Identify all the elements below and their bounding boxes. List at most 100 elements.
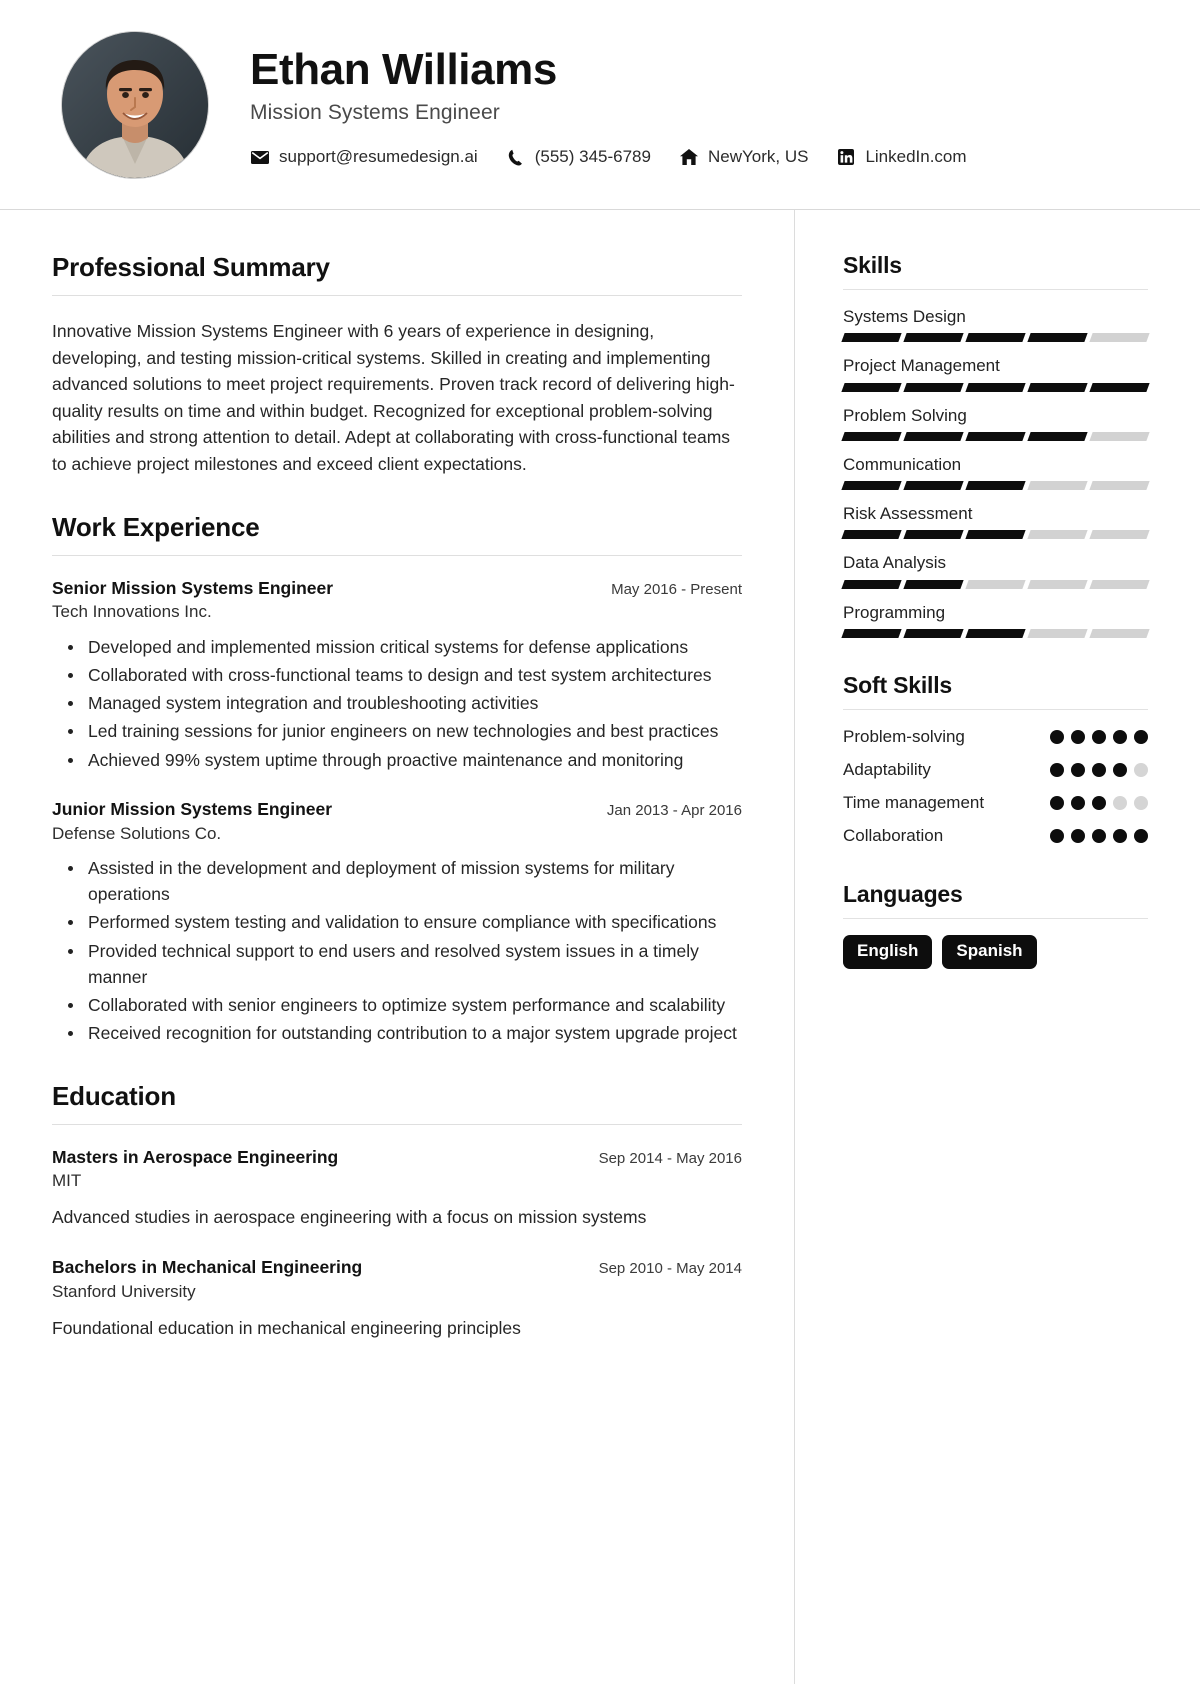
header-text-block: Ethan Williams Mission Systems Engineer … (250, 42, 1156, 168)
contact-location[interactable]: NewYork, US (679, 147, 808, 167)
section-soft-skills: Soft Skills Problem-solving Adaptability T… (843, 672, 1148, 847)
contact-linkedin[interactable]: LinkedIn.com (836, 147, 967, 167)
skill-bar-segment (1089, 481, 1150, 490)
skill-bar-segment (841, 333, 902, 343)
job-title: Mission Systems Engineer (250, 101, 500, 125)
rating-dot (1071, 795, 1085, 810)
skill-label: Communication (843, 454, 962, 474)
list-item: Performed system testing and validation … (68, 909, 742, 935)
skill-bar-segment (1089, 382, 1150, 392)
section-title-summary: Professional Summary (52, 252, 742, 296)
contact-email-text: support@resumedesign.ai (279, 147, 478, 167)
skill-bar-segment (841, 628, 902, 638)
rating-dot (1113, 762, 1127, 777)
linkedin-icon (836, 148, 856, 166)
skill-bar-segment (965, 382, 1026, 392)
rating-dot (1092, 829, 1106, 844)
skill-bar-segment (965, 431, 1026, 441)
skill-label: Data Analysis (843, 553, 946, 573)
resume-body: Professional Summary Innovative Mission … (0, 210, 1200, 1684)
education-entry-head: Bachelors in Mechanical Engineering Sep … (52, 1257, 742, 1279)
list-item: Led training sessions for junior enginee… (68, 718, 742, 744)
rating-dot (1134, 795, 1148, 810)
education-school: Stanford University (52, 1281, 196, 1301)
contact-phone-text: (555) 345-6789 (534, 147, 651, 167)
resume-header: Ethan Williams Mission Systems Engineer … (0, 0, 1200, 210)
envelope-icon (250, 148, 270, 166)
section-title-work: Work Experience (52, 512, 742, 556)
education-entry-head: Masters in Aerospace Engineering Sep 201… (52, 1147, 742, 1169)
rating-dot (1092, 729, 1106, 744)
skill-bar-segment (841, 431, 902, 441)
skill-bar-segment (1027, 481, 1088, 490)
soft-skill-rating-dots (1050, 726, 1148, 744)
education-school: MIT (52, 1171, 82, 1191)
section-title-education: Education (52, 1081, 742, 1125)
contact-email[interactable]: support@resumedesign.ai (250, 147, 478, 167)
skill-level-bar (841, 628, 1150, 638)
skill-bar-segment (903, 628, 964, 638)
rating-dot (1071, 762, 1085, 777)
rating-dot (1071, 729, 1085, 744)
work-bullets: Developed and implemented mission critic… (52, 634, 742, 773)
skill-bar-segment (841, 382, 902, 392)
skill-bar-segment (903, 530, 964, 540)
education-degree: Masters in Aerospace Engineering (52, 1146, 339, 1167)
contact-phone[interactable]: (555) 345-6789 (506, 147, 651, 167)
rating-dot (1134, 729, 1148, 744)
rating-dot (1050, 829, 1064, 844)
skill-bar-segment (965, 628, 1026, 638)
rating-dot (1071, 829, 1085, 844)
skill-bar-segment (1027, 579, 1088, 589)
main-column: Professional Summary Innovative Mission … (0, 210, 795, 1684)
skill-bar-segment (1089, 530, 1150, 540)
list-item: Collaborated with cross-functional teams… (68, 662, 742, 688)
list-item: Achieved 99% system uptime through proac… (68, 747, 742, 773)
skill-bar-segment (903, 333, 964, 343)
home-icon (679, 148, 699, 166)
soft-skill-rating-dots (1050, 759, 1148, 777)
skill-row: Communication (841, 454, 1150, 490)
soft-skill-row: Time management (843, 792, 1148, 814)
education-date: Sep 2010 - May 2014 (598, 1259, 742, 1277)
rating-dot (1092, 762, 1106, 777)
sidebar-column: Skills Systems Design Project Management P… (795, 210, 1200, 1684)
language-chip: Spanish (942, 935, 1037, 969)
work-date: Jan 2013 - Apr 2016 (606, 801, 742, 819)
work-company: Defense Solutions Co. (52, 823, 222, 843)
summary-text: Innovative Mission Systems Engineer with… (52, 321, 735, 474)
education-description: Advanced studies in aerospace engineerin… (52, 1207, 647, 1228)
section-professional-summary: Professional Summary Innovative Mission … (52, 252, 742, 478)
work-entry: Senior Mission Systems Engineer May 2016… (52, 578, 742, 773)
work-entry-head: Junior Mission Systems Engineer Jan 2013… (52, 799, 742, 821)
skill-bar-segment (1027, 628, 1088, 638)
rating-dot (1050, 729, 1064, 744)
rating-dot (1134, 762, 1148, 777)
rating-dot (1113, 795, 1127, 810)
section-title-skills: Skills (843, 252, 1148, 290)
list-item: Received recognition for outstanding con… (68, 1020, 742, 1046)
skill-bar-segment (1089, 333, 1150, 343)
skill-bar-segment (1027, 530, 1088, 540)
skill-level-bar (841, 431, 1150, 441)
work-bullets: Assisted in the development and deployme… (52, 855, 742, 1047)
skill-row: Project Management (841, 355, 1150, 392)
rating-dot (1050, 795, 1064, 810)
rating-dot (1134, 829, 1148, 844)
skill-bar-segment (1089, 431, 1150, 441)
skill-row: Data Analysis (841, 552, 1150, 589)
skill-bar-segment (1089, 628, 1150, 638)
contact-location-text: NewYork, US (707, 147, 809, 167)
soft-skill-label: Time management (843, 792, 985, 812)
page-title: Ethan Williams (250, 44, 557, 94)
soft-skill-row: Problem-solving (843, 726, 1148, 748)
phone-icon (506, 148, 526, 166)
list-item: Managed system integration and troublesh… (68, 690, 742, 716)
contact-linkedin-text: LinkedIn.com (865, 147, 967, 167)
section-education: Education Masters in Aerospace Engineeri… (52, 1081, 742, 1341)
skill-label: Project Management (843, 356, 1000, 376)
list-item: Developed and implemented mission critic… (68, 634, 742, 660)
soft-skills-list: Problem-solving Adaptability Time manageme… (843, 726, 1148, 847)
skill-row: Risk Assessment (841, 503, 1150, 540)
contact-row: support@resumedesign.ai (555) 345-6789 N… (250, 147, 1156, 167)
